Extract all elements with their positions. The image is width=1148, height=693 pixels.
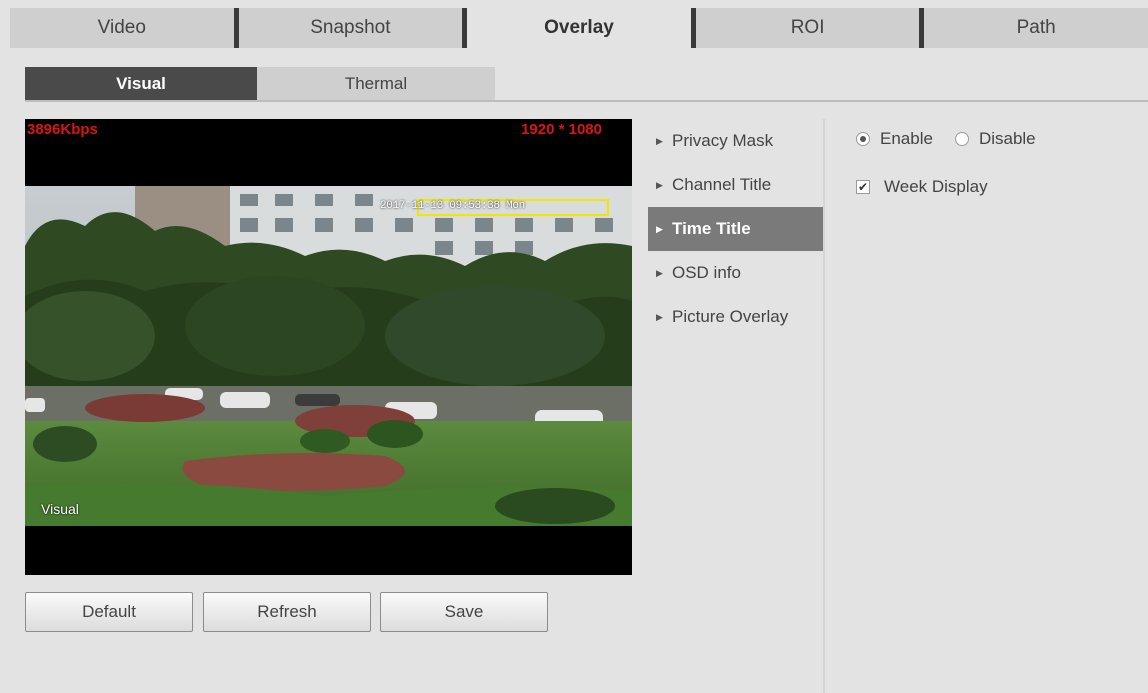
tab-path[interactable]: Path <box>919 8 1148 48</box>
save-button[interactable]: Save <box>380 592 548 632</box>
enable-radio[interactable] <box>856 132 870 146</box>
week-display-checkbox[interactable]: ✔ <box>856 180 870 194</box>
disable-label: Disable <box>978 129 1036 148</box>
enable-label: Enable <box>880 129 933 148</box>
menu-item-label: Channel Title <box>672 175 772 194</box>
sub-tab-bar: Visual Thermal <box>25 67 495 100</box>
time-title-options: Enable Disable ✔ Week Display <box>856 126 1058 222</box>
menu-item-picture-overlay[interactable]: ▶ Picture Overlay <box>648 295 823 339</box>
tab-overlay[interactable]: Overlay <box>462 8 691 48</box>
week-display-row: ✔ Week Display <box>856 174 1058 200</box>
tab-roi[interactable]: ROI <box>690 8 920 48</box>
week-display-label: Week Display <box>884 177 988 196</box>
time-title-osd-text: 2017-11-13 09:53:38 Mon <box>380 200 525 212</box>
caret-right-icon: ▶ <box>656 311 663 322</box>
panel-divider <box>823 119 825 693</box>
subtab-visual[interactable]: Visual <box>25 67 257 100</box>
live-video-preview[interactable]: 3896Kbps 1920 * 1080 2017-11-13 09:53:38… <box>25 119 632 575</box>
menu-item-channel-title[interactable]: ▶ Channel Title <box>648 163 823 207</box>
caret-right-icon: ▶ <box>656 223 663 234</box>
menu-item-osd-info[interactable]: ▶ OSD info <box>648 251 823 295</box>
resolution-readout: 1920 * 1080 <box>521 121 602 138</box>
caret-right-icon: ▶ <box>656 135 663 146</box>
menu-item-label: Privacy Mask <box>672 131 774 150</box>
caret-right-icon: ▶ <box>656 179 663 190</box>
refresh-button[interactable]: Refresh <box>203 592 371 632</box>
caret-right-icon: ▶ <box>656 267 663 278</box>
overlay-side-menu: ▶ Privacy Mask ▶ Channel Title ▶ Time Ti… <box>648 119 823 339</box>
tab-video[interactable]: Video <box>10 8 234 48</box>
tab-snapshot[interactable]: Snapshot <box>233 8 463 48</box>
top-tab-bar: Video Snapshot Overlay ROI Path <box>10 8 1148 48</box>
menu-item-label: OSD info <box>672 263 741 282</box>
enable-radio-group: Enable Disable <box>856 126 1058 152</box>
subtab-divider <box>25 100 1148 102</box>
channel-title-osd: Visual <box>41 501 79 517</box>
subtab-thermal[interactable]: Thermal <box>257 67 495 100</box>
menu-item-label: Picture Overlay <box>672 307 789 326</box>
bitrate-readout: 3896Kbps <box>27 121 98 138</box>
menu-item-label: Time Title <box>672 219 751 238</box>
disable-radio[interactable] <box>954 132 969 146</box>
default-button[interactable]: Default <box>25 592 193 632</box>
menu-item-time-title[interactable]: ▶ Time Title <box>648 207 823 251</box>
menu-item-privacy-mask[interactable]: ▶ Privacy Mask <box>648 119 823 163</box>
camera-scene-image <box>25 186 632 526</box>
